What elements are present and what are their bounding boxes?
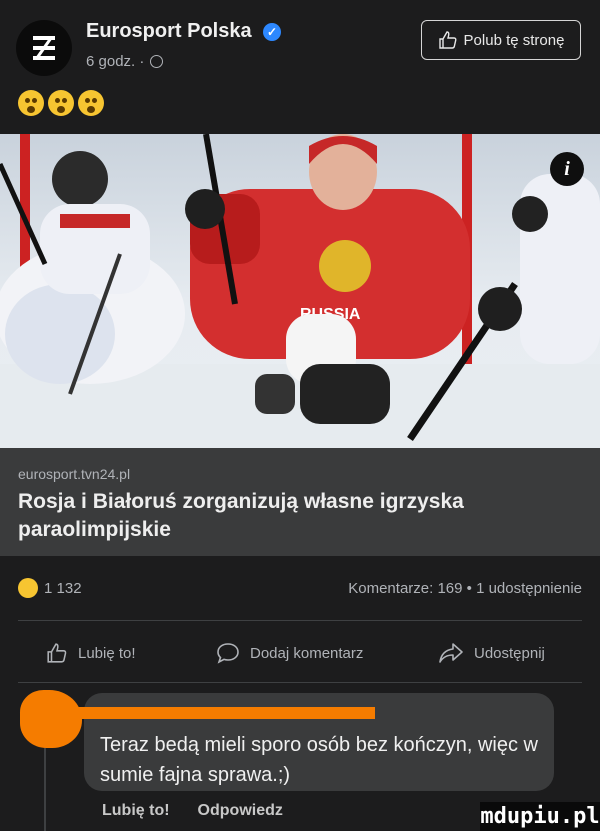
redacted-author-name <box>50 707 375 719</box>
divider <box>18 620 582 621</box>
verified-badge-icon: ✓ <box>263 23 281 41</box>
link-title[interactable]: Rosja i Białoruś zorganizują własne igrz… <box>18 488 578 544</box>
like-page-button[interactable]: Polub tę stronę <box>421 20 581 60</box>
astonished-face-icon <box>78 90 104 116</box>
like-label: Lubię to! <box>78 644 136 662</box>
share-button[interactable]: Udostępnij <box>438 642 545 664</box>
comment-reply-link[interactable]: Odpowiedz <box>198 802 283 820</box>
link-domain: eurosport.tvn24.pl <box>18 466 131 482</box>
comment-text: Teraz bedą mieli sporo osób bez kończyn,… <box>100 734 538 786</box>
like-page-label: Polub tę stronę <box>463 31 565 49</box>
comment-actions: Lubię to! Odpowiedz <box>102 802 283 820</box>
globe-icon <box>150 55 164 68</box>
reactions-count[interactable]: 1 132 <box>44 580 82 597</box>
astonished-face-icon <box>48 90 74 116</box>
comment-label: Dodaj komentarz <box>250 644 364 662</box>
watermark-logo: mdupiu.pl <box>480 802 600 831</box>
astonished-face-icon <box>18 90 44 116</box>
post-meta: 6 godz. · <box>86 53 164 70</box>
divider <box>18 682 582 683</box>
post-text-emojis <box>18 90 104 116</box>
like-button[interactable]: Lubię to! <box>46 642 136 664</box>
comments-shares-count[interactable]: Komentarze: 169 • 1 udostępnienie <box>348 580 582 597</box>
page-name[interactable]: Eurosport Polska <box>86 20 252 43</box>
astonished-face-icon[interactable] <box>18 578 38 598</box>
info-icon[interactable]: i <box>550 152 584 186</box>
comment-button[interactable]: Dodaj komentarz <box>216 642 363 664</box>
comment-like-link[interactable]: Lubię to! <box>102 802 170 820</box>
post-time[interactable]: 6 godz. · <box>86 53 144 70</box>
eurosport-logo-icon <box>33 36 55 60</box>
share-arrow-icon <box>439 643 463 663</box>
comment-icon <box>217 643 239 664</box>
redacted-avatar <box>20 690 82 748</box>
share-label: Udostępnij <box>474 644 545 662</box>
thumbs-up-icon <box>438 31 457 49</box>
page-avatar[interactable] <box>16 20 72 76</box>
thumbs-up-icon <box>47 643 67 663</box>
post-photo[interactable]: RUSSIA <box>0 134 600 448</box>
sledge-hockey-photo: RUSSIA <box>0 134 600 448</box>
